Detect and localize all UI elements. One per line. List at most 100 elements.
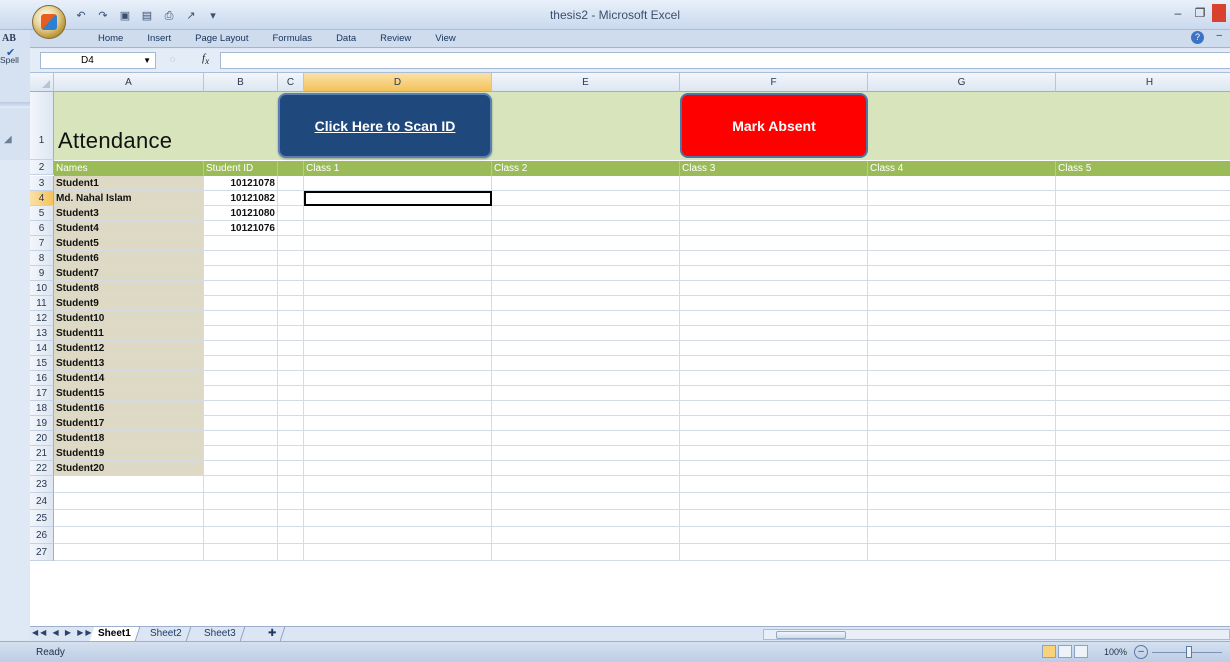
grid-cell[interactable]: [492, 326, 680, 341]
grid-cell[interactable]: [868, 311, 1056, 326]
grid-cell[interactable]: [680, 371, 868, 386]
grid-cell[interactable]: [278, 461, 304, 476]
grid-cell[interactable]: [304, 251, 492, 266]
grid-cell[interactable]: [680, 416, 868, 431]
grid-cell[interactable]: [492, 476, 680, 493]
grid-cell[interactable]: [868, 221, 1056, 236]
row-header[interactable]: 11: [30, 296, 54, 311]
grid-cell[interactable]: [278, 221, 304, 236]
insert-function-icon[interactable]: fx: [202, 52, 209, 66]
formula-input[interactable]: [220, 52, 1230, 69]
column-header-h[interactable]: H: [1056, 73, 1230, 92]
tab-data[interactable]: Data: [324, 32, 368, 46]
grid-cell[interactable]: [278, 416, 304, 431]
grid-cell[interactable]: [304, 386, 492, 401]
row-header[interactable]: 21: [30, 446, 54, 461]
student-name-cell[interactable]: Student14: [54, 371, 204, 386]
chevron-down-icon[interactable]: ▼: [143, 53, 151, 68]
student-id-cell[interactable]: [204, 296, 278, 311]
grid-cell[interactable]: [278, 296, 304, 311]
grid-cell[interactable]: [304, 206, 492, 221]
row-header[interactable]: 17: [30, 386, 54, 401]
zoom-slider-thumb[interactable]: [1186, 646, 1192, 658]
grid-cell[interactable]: [680, 176, 868, 191]
horizontal-scrollbar[interactable]: [763, 629, 1230, 640]
page-layout-view-icon[interactable]: [1058, 645, 1072, 658]
sheet-nav-icon[interactable]: ◀◀ ◀ ▶ ▶▶: [32, 628, 94, 637]
grid-cell[interactable]: [680, 311, 868, 326]
student-id-cell[interactable]: [204, 416, 278, 431]
grid-cell[interactable]: [680, 401, 868, 416]
grid-cell[interactable]: [868, 251, 1056, 266]
grid-cell[interactable]: [304, 341, 492, 356]
grid-cell[interactable]: [304, 371, 492, 386]
grid-cell[interactable]: [278, 356, 304, 371]
grid-cell[interactable]: [868, 296, 1056, 311]
zoom-level[interactable]: 100%: [1104, 647, 1127, 657]
grid-cell[interactable]: [54, 476, 204, 493]
row-header[interactable]: 19: [30, 416, 54, 431]
grid-cell[interactable]: [680, 221, 868, 236]
student-name-cell[interactable]: Student16: [54, 401, 204, 416]
grid-cell[interactable]: [1056, 251, 1230, 266]
grid-cell[interactable]: [278, 371, 304, 386]
student-id-cell[interactable]: [204, 266, 278, 281]
grid-cell[interactable]: [868, 206, 1056, 221]
grid-cell[interactable]: [868, 416, 1056, 431]
grid-cell[interactable]: [1056, 386, 1230, 401]
grid-cell[interactable]: [278, 236, 304, 251]
grid-cell[interactable]: [278, 191, 304, 206]
grid-cell[interactable]: [492, 251, 680, 266]
grid-cell[interactable]: [680, 476, 868, 493]
grid-cell[interactable]: [492, 401, 680, 416]
column-header-e[interactable]: E: [492, 73, 680, 92]
grid-cell[interactable]: [492, 281, 680, 296]
grid-cell[interactable]: [278, 401, 304, 416]
tab-view[interactable]: View: [423, 32, 467, 46]
student-id-cell[interactable]: 10121082: [204, 191, 278, 206]
grid-cell[interactable]: [680, 527, 868, 544]
grid-cell[interactable]: [54, 493, 204, 510]
student-name-cell[interactable]: Student9: [54, 296, 204, 311]
grid-cell[interactable]: [278, 386, 304, 401]
column-header-g[interactable]: G: [868, 73, 1056, 92]
grid-cell[interactable]: [680, 461, 868, 476]
grid-cell[interactable]: [868, 527, 1056, 544]
grid-cell[interactable]: [304, 296, 492, 311]
grid-cell[interactable]: [868, 476, 1056, 493]
grid-cell[interactable]: [680, 386, 868, 401]
grid-cell[interactable]: [680, 341, 868, 356]
student-name-cell[interactable]: Student17: [54, 416, 204, 431]
grid-cell[interactable]: [1056, 544, 1230, 561]
normal-view-icon[interactable]: [1042, 645, 1056, 658]
student-name-cell[interactable]: Student6: [54, 251, 204, 266]
student-id-cell[interactable]: [204, 356, 278, 371]
grid-cell[interactable]: [492, 493, 680, 510]
grid-cell[interactable]: [868, 401, 1056, 416]
grid-cell[interactable]: [680, 236, 868, 251]
scrollbar-thumb[interactable]: [776, 631, 846, 639]
row-header[interactable]: 5: [30, 206, 54, 221]
grid-cell[interactable]: [1056, 206, 1230, 221]
row-header[interactable]: 14: [30, 341, 54, 356]
student-id-cell[interactable]: [204, 251, 278, 266]
grid-cell[interactable]: [278, 493, 304, 510]
student-name-cell[interactable]: Student1: [54, 176, 204, 191]
row-header[interactable]: 3: [30, 176, 54, 191]
grid-cell[interactable]: [1056, 431, 1230, 446]
grid-cell[interactable]: [1056, 266, 1230, 281]
student-name-cell[interactable]: Student10: [54, 311, 204, 326]
student-name-cell[interactable]: Student11: [54, 326, 204, 341]
student-name-cell[interactable]: Md. Nahal Islam: [54, 191, 204, 206]
grid-cell[interactable]: [54, 527, 204, 544]
grid-cell[interactable]: [54, 544, 204, 561]
grid-cell[interactable]: [680, 493, 868, 510]
grid-cell[interactable]: [304, 476, 492, 493]
student-id-cell[interactable]: 10121078: [204, 176, 278, 191]
grid-cell[interactable]: [868, 510, 1056, 527]
student-name-cell[interactable]: Student3: [54, 206, 204, 221]
student-id-cell[interactable]: [204, 281, 278, 296]
scan-id-button[interactable]: Click Here to Scan ID: [278, 93, 492, 158]
grid-cell[interactable]: [278, 266, 304, 281]
row-header[interactable]: 10: [30, 281, 54, 296]
